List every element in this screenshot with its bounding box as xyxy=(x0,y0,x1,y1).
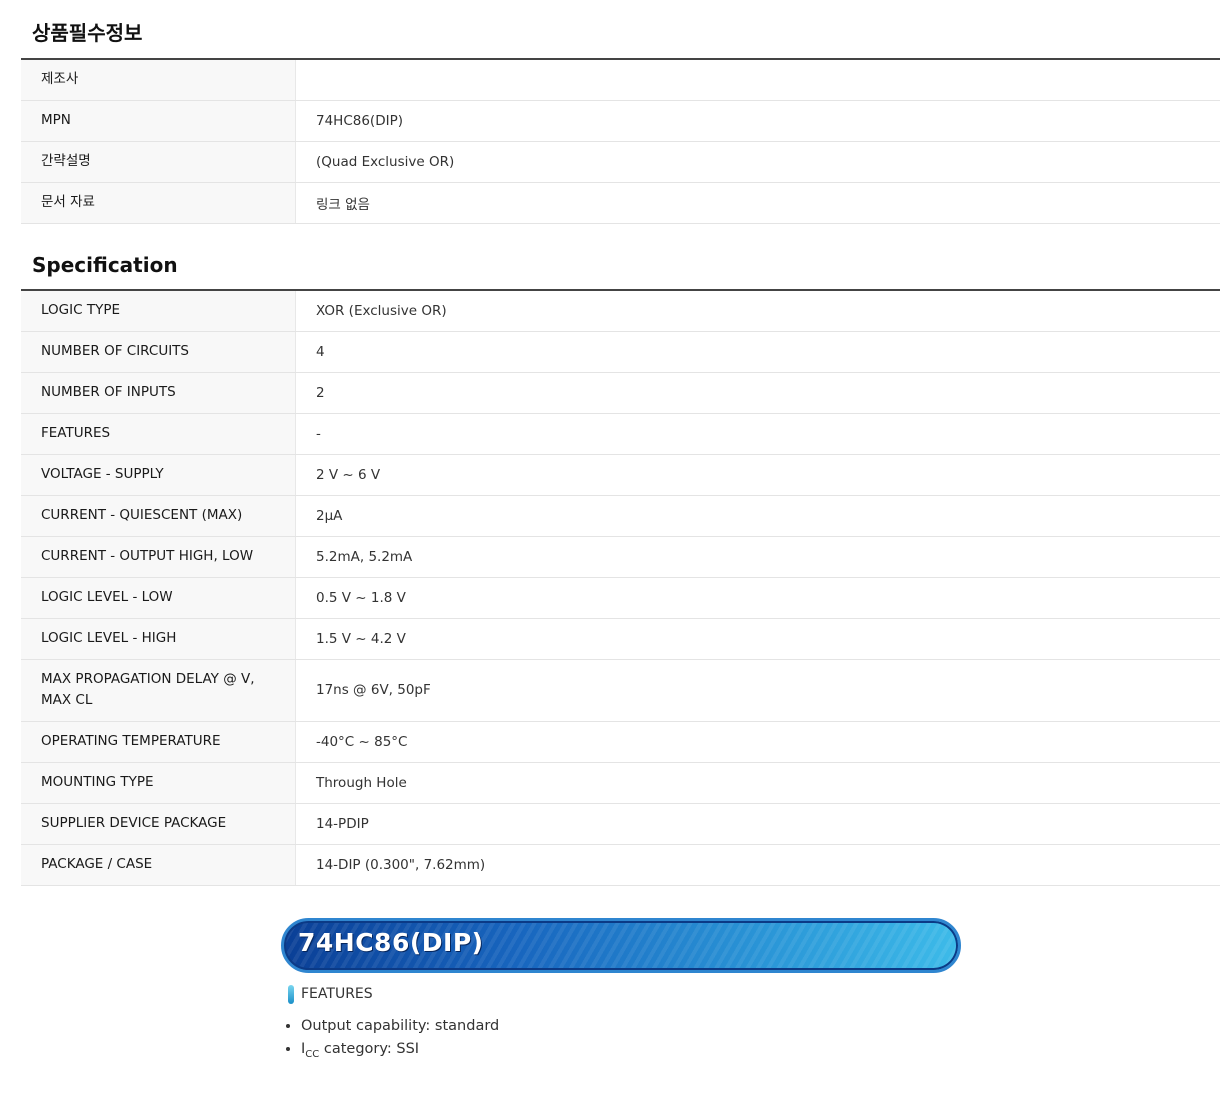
row-label: VOLTAGE - SUPPLY xyxy=(21,454,296,496)
row-label: LOGIC LEVEL - HIGH xyxy=(21,618,296,660)
row-value: 14-PDIP xyxy=(295,803,1220,845)
table-row: LOGIC LEVEL - HIGH 1.5 V ~ 4.2 V xyxy=(21,618,1220,660)
list-item: ICC category: SSI xyxy=(301,1038,499,1066)
features-heading-label: FEATURES xyxy=(301,986,373,1002)
section-title-required-info: 상품필수정보 xyxy=(32,21,143,45)
table-row: 문서 자료 링크 없음 xyxy=(21,182,1220,224)
row-label: CURRENT - QUIESCENT (MAX) xyxy=(21,495,296,537)
table-row: LOGIC LEVEL - LOW 0.5 V ~ 1.8 V xyxy=(21,577,1220,619)
row-label: MPN xyxy=(21,100,296,142)
table-row: MPN 74HC86(DIP) xyxy=(21,100,1220,142)
row-label: FEATURES xyxy=(21,413,296,455)
row-value: 2 V ~ 6 V xyxy=(295,454,1220,496)
specification-table: LOGIC TYPE XOR (Exclusive OR) NUMBER OF CI… xyxy=(21,289,1220,886)
table-row: 제조사 xyxy=(21,59,1220,101)
row-label: NUMBER OF INPUTS xyxy=(21,372,296,414)
table-row: OPERATING TEMPERATURE -40°C ~ 85°C xyxy=(21,721,1220,763)
row-value: 5.2mA, 5.2mA xyxy=(295,536,1220,578)
row-value: 0.5 V ~ 1.8 V xyxy=(295,577,1220,619)
row-value: 14-DIP (0.300", 7.62mm) xyxy=(295,844,1220,886)
table-row: LOGIC TYPE XOR (Exclusive OR) xyxy=(21,290,1220,332)
row-value xyxy=(295,59,1220,101)
row-value: -40°C ~ 85°C xyxy=(295,721,1220,763)
row-value: 링크 없음 xyxy=(295,182,1220,224)
features-list: Output capability: standard ICC category… xyxy=(281,1015,499,1066)
bullet-pill-icon xyxy=(288,984,294,1004)
row-label: 간략설명 xyxy=(21,141,296,183)
row-value: 74HC86(DIP) xyxy=(295,100,1220,142)
table-row: MAX PROPAGATION DELAY @ V, MAX CL 17ns @ … xyxy=(21,659,1220,722)
table-row: NUMBER OF INPUTS 2 xyxy=(21,372,1220,414)
row-value: 1.5 V ~ 4.2 V xyxy=(295,618,1220,660)
list-item: Output capability: standard xyxy=(301,1015,499,1038)
row-label: LOGIC TYPE xyxy=(21,290,296,332)
table-row: CURRENT - OUTPUT HIGH, LOW 5.2mA, 5.2mA xyxy=(21,536,1220,578)
row-label: CURRENT - OUTPUT HIGH, LOW xyxy=(21,536,296,578)
table-row: SUPPLIER DEVICE PACKAGE 14-PDIP xyxy=(21,803,1220,845)
row-label: MAX PROPAGATION DELAY @ V, MAX CL xyxy=(21,659,296,722)
required-info-table: 제조사 MPN 74HC86(DIP) 간략설명 (Quad Exclusive OR)… xyxy=(21,58,1220,224)
table-row: PACKAGE / CASE 14-DIP (0.300", 7.62mm) xyxy=(21,844,1220,886)
row-value: 2 xyxy=(295,372,1220,414)
table-row: FEATURES - xyxy=(21,413,1220,455)
product-banner: 74HC86(DIP) xyxy=(281,918,961,973)
section-title-specification: Specification xyxy=(32,253,178,277)
row-label: PACKAGE / CASE xyxy=(21,844,296,886)
table-row: NUMBER OF CIRCUITS 4 xyxy=(21,331,1220,373)
row-value: 17ns @ 6V, 50pF xyxy=(295,659,1220,722)
row-label: LOGIC LEVEL - LOW xyxy=(21,577,296,619)
row-label: MOUNTING TYPE xyxy=(21,762,296,804)
row-label: NUMBER OF CIRCUITS xyxy=(21,331,296,373)
table-row: VOLTAGE - SUPPLY 2 V ~ 6 V xyxy=(21,454,1220,496)
row-label: 제조사 xyxy=(21,59,296,101)
row-label: SUPPLIER DEVICE PACKAGE xyxy=(21,803,296,845)
row-label: 문서 자료 xyxy=(21,182,296,224)
row-value: XOR (Exclusive OR) xyxy=(295,290,1220,332)
table-row: MOUNTING TYPE Through Hole xyxy=(21,762,1220,804)
row-value: 2µA xyxy=(295,495,1220,537)
features-heading: FEATURES xyxy=(288,983,373,1005)
table-row: 간략설명 (Quad Exclusive OR) xyxy=(21,141,1220,183)
row-value: Through Hole xyxy=(295,762,1220,804)
row-value: (Quad Exclusive OR) xyxy=(295,141,1220,183)
row-value: - xyxy=(295,413,1220,455)
row-value: 4 xyxy=(295,331,1220,373)
banner-title: 74HC86(DIP) xyxy=(298,928,484,957)
table-row: CURRENT - QUIESCENT (MAX) 2µA xyxy=(21,495,1220,537)
row-label: OPERATING TEMPERATURE xyxy=(21,721,296,763)
